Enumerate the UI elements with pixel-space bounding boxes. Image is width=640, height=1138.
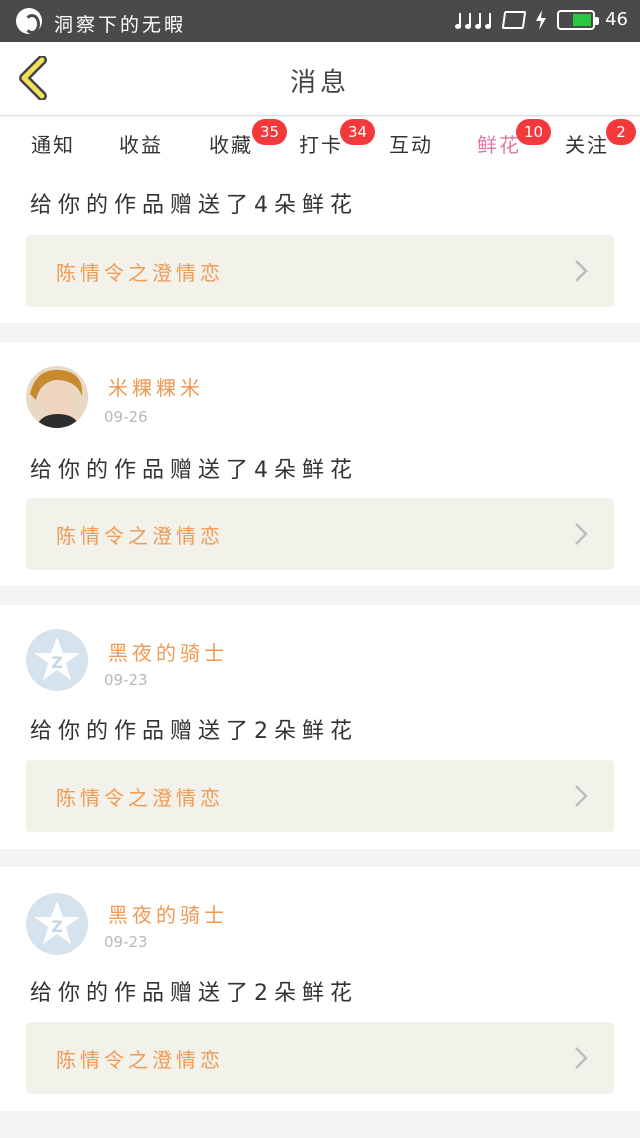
tab-badge: 2 bbox=[606, 119, 636, 145]
avatar[interactable]: Z bbox=[26, 893, 88, 955]
flower-message-card: 给你的作品赠送了4朵鲜花 陈情令之澄情恋 bbox=[0, 171, 640, 323]
tab-following[interactable]: 关注 2 bbox=[552, 119, 636, 163]
avatar[interactable] bbox=[26, 366, 88, 428]
status-app-name: 洞察下的无暇 bbox=[54, 14, 187, 36]
chevron-right-icon bbox=[575, 785, 588, 807]
work-link[interactable]: 陈情令之澄情恋 bbox=[26, 498, 614, 570]
tab-favorites[interactable]: 收藏 35 bbox=[196, 119, 288, 163]
message-tabs: 通知 收益 收藏 35 打卡 34 互动 鲜花 10 关注 2 bbox=[0, 117, 640, 180]
work-title: 陈情令之澄情恋 bbox=[56, 1048, 224, 1072]
avatar[interactable]: Z bbox=[26, 629, 88, 691]
tab-interactions[interactable]: 互动 bbox=[376, 127, 446, 163]
message-date: 09-26 bbox=[104, 408, 148, 426]
charging-icon bbox=[536, 9, 547, 30]
signal-label: 46 bbox=[605, 9, 628, 30]
default-z-icon: Z bbox=[34, 901, 80, 944]
username[interactable]: 米粿粿米 bbox=[108, 372, 204, 401]
status-bar: 洞察下的无暇 46 bbox=[0, 0, 640, 42]
tab-label: 收益 bbox=[119, 133, 163, 157]
app-logo-icon bbox=[16, 8, 42, 34]
tab-label: 通知 bbox=[31, 133, 75, 157]
svg-text:Z: Z bbox=[51, 917, 63, 936]
message-date: 09-23 bbox=[104, 933, 148, 951]
tab-checkin[interactable]: 打卡 34 bbox=[286, 119, 376, 163]
work-title: 陈情令之澄情恋 bbox=[56, 261, 224, 285]
battery-icon bbox=[557, 9, 600, 30]
svg-text:Z: Z bbox=[51, 653, 63, 672]
music-notes-icon bbox=[455, 10, 493, 30]
message-text: 给你的作品赠送了4朵鲜花 bbox=[30, 458, 358, 483]
chevron-right-icon bbox=[575, 523, 588, 545]
chevron-right-icon bbox=[575, 260, 588, 282]
tab-earnings[interactable]: 收益 bbox=[106, 127, 176, 163]
flower-message-card: 米粿粿米 09-26 给你的作品赠送了4朵鲜花 陈情令之澄情恋 bbox=[0, 342, 640, 586]
message-date: 09-23 bbox=[104, 671, 148, 689]
message-text: 给你的作品赠送了2朵鲜花 bbox=[30, 981, 358, 1006]
status-icons: 46 bbox=[455, 9, 628, 30]
username[interactable]: 黑夜的骑士 bbox=[108, 637, 228, 666]
tab-notifications[interactable]: 通知 bbox=[18, 127, 88, 163]
tab-label: 互动 bbox=[389, 133, 433, 157]
work-link[interactable]: 陈情令之澄情恋 bbox=[26, 1022, 614, 1094]
work-title: 陈情令之澄情恋 bbox=[56, 524, 224, 548]
app-header: 消息 bbox=[0, 42, 640, 116]
tab-badge: 35 bbox=[252, 119, 288, 145]
screen-icon bbox=[501, 10, 527, 29]
default-z-icon: Z bbox=[34, 637, 80, 680]
flower-message-card: Z 黑夜的骑士 09-23 给你的作品赠送了2朵鲜花 陈情令之澄情恋 bbox=[0, 605, 640, 849]
work-title: 陈情令之澄情恋 bbox=[56, 786, 224, 810]
chevron-right-icon bbox=[575, 1047, 588, 1069]
work-link[interactable]: 陈情令之澄情恋 bbox=[26, 760, 614, 832]
tab-badge: 34 bbox=[340, 119, 376, 145]
username[interactable]: 黑夜的骑士 bbox=[108, 899, 228, 928]
message-text: 给你的作品赠送了2朵鲜花 bbox=[30, 719, 358, 744]
user-photo-icon bbox=[26, 366, 88, 428]
work-link[interactable]: 陈情令之澄情恋 bbox=[26, 235, 614, 307]
tab-badge: 10 bbox=[516, 119, 552, 145]
message-text: 给你的作品赠送了4朵鲜花 bbox=[30, 193, 358, 218]
page-title: 消息 bbox=[289, 68, 350, 98]
tab-flowers[interactable]: 鲜花 10 bbox=[464, 119, 552, 180]
flower-message-card: Z 黑夜的骑士 09-23 给你的作品赠送了2朵鲜花 陈情令之澄情恋 bbox=[0, 867, 640, 1111]
